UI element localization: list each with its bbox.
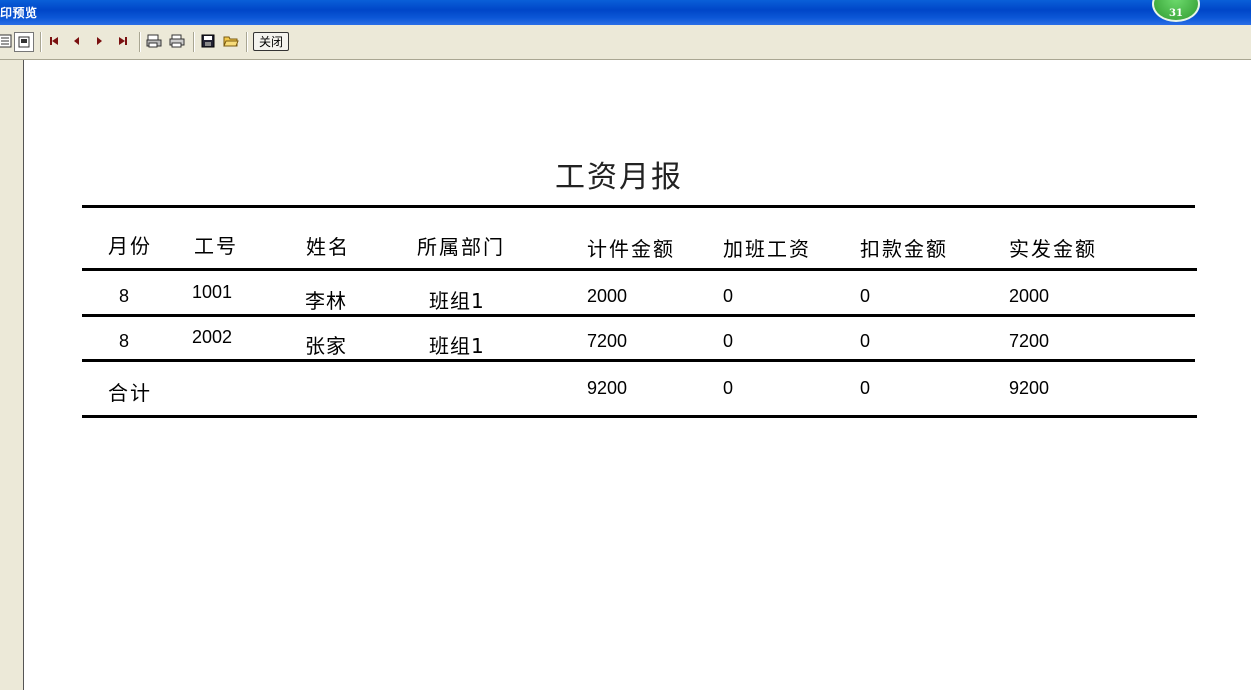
table-bottom-rule <box>82 415 1197 418</box>
report-title: 工资月报 <box>555 160 683 195</box>
total-deduct: 0 <box>860 378 871 398</box>
col-header-overtime: 加班工资 <box>723 237 811 261</box>
col-header-month: 月份 <box>108 234 152 258</box>
table-cell-overtime: 0 <box>723 286 734 306</box>
table-cell-id: 1001 <box>192 282 233 302</box>
table-cell-month: 8 <box>119 331 130 351</box>
title-bar: 印预览 31 <box>0 0 1251 25</box>
row-rule <box>82 359 1195 362</box>
table-cell-deduct: 0 <box>860 286 871 306</box>
table-cell-piece: 2000 <box>587 286 628 306</box>
table-cell-month: 8 <box>119 286 130 306</box>
table-cell-overtime: 0 <box>723 331 734 351</box>
table-cell-dept: 班组1 <box>429 289 485 313</box>
table-cell-deduct: 0 <box>860 331 871 351</box>
print-setup-icon[interactable] <box>145 32 163 50</box>
table-cell-piece: 7200 <box>587 331 628 351</box>
table-cell-net: 2000 <box>1009 286 1050 306</box>
notification-badge[interactable]: 31 <box>1152 0 1200 22</box>
col-header-piece: 计件金额 <box>587 237 675 261</box>
row-rule <box>82 314 1195 317</box>
left-pane <box>0 60 24 690</box>
toolbar <box>0 25 1251 60</box>
total-label: 合计 <box>108 381 152 405</box>
col-header-name: 姓名 <box>306 235 350 259</box>
total-overtime: 0 <box>723 378 734 398</box>
header-rule <box>82 268 1197 271</box>
page-view-icon[interactable] <box>0 32 14 50</box>
previous-page-icon[interactable] <box>68 32 86 50</box>
total-piece: 9200 <box>587 378 628 398</box>
open-folder-icon[interactable] <box>222 32 240 50</box>
next-page-icon[interactable] <box>90 32 108 50</box>
toolbar-separator <box>40 32 42 52</box>
window-title: 印预览 <box>0 6 38 20</box>
col-header-id: 工号 <box>194 234 238 258</box>
zoom-page-icon[interactable] <box>14 32 34 52</box>
col-header-dept: 所属部门 <box>417 235 505 259</box>
save-icon[interactable] <box>199 32 217 50</box>
first-page-icon[interactable] <box>45 32 63 50</box>
toolbar-separator <box>246 32 248 52</box>
table-cell-dept: 班组1 <box>429 334 485 358</box>
total-net: 9200 <box>1009 378 1050 398</box>
col-header-deduct: 扣款金额 <box>860 237 948 261</box>
toolbar-separator <box>193 32 195 52</box>
table-cell-name: 李林 <box>305 289 347 313</box>
table-top-rule <box>82 205 1195 208</box>
table-cell-net: 7200 <box>1009 331 1050 351</box>
last-page-icon[interactable] <box>114 32 132 50</box>
table-cell-name: 张家 <box>305 334 347 358</box>
print-icon[interactable] <box>168 32 186 50</box>
col-header-net: 实发金额 <box>1009 237 1097 261</box>
table-cell-id: 2002 <box>192 327 233 347</box>
toolbar-separator <box>139 32 141 52</box>
close-button[interactable]: 关闭 <box>253 32 289 51</box>
